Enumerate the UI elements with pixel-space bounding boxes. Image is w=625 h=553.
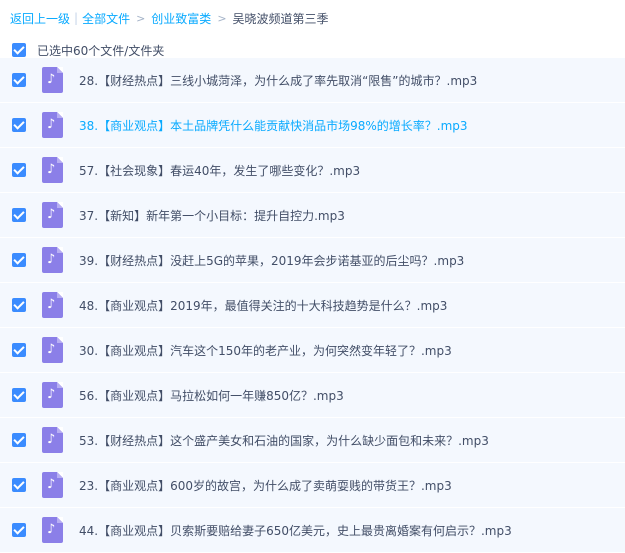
file-row[interactable]: ♪ 56.【商业观点】马拉松如何一年赚850亿？.mp3 [0, 373, 625, 417]
file-checkbox[interactable] [12, 298, 26, 312]
file-checkbox[interactable] [12, 73, 26, 87]
breadcrumb-folder[interactable]: 创业致富类 [151, 10, 211, 27]
file-checkbox[interactable] [12, 253, 26, 267]
file-row[interactable]: ♪ 30.【商业观点】汽车这个150年的老产业，为何突然变年轻了？.mp3 [0, 328, 625, 372]
file-name[interactable]: 38.【商业观点】本土品牌凭什么能贡献快消品市场98%的增长率？.mp3 [79, 117, 468, 134]
file-name[interactable]: 56.【商业观点】马拉松如何一年赚850亿？.mp3 [79, 387, 344, 404]
chevron-right-icon: > [136, 11, 146, 25]
file-checkbox[interactable] [12, 208, 26, 222]
music-file-icon: ♪ [42, 337, 63, 363]
chevron-right-icon: > [217, 11, 227, 25]
file-row[interactable]: ♪ 37.【新知】新年第一个小目标：提升自控力.mp3 [0, 193, 625, 237]
file-name[interactable]: 28.【财经热点】三线小城菏泽，为什么成了率先取消“限售”的城市？.mp3 [79, 72, 477, 89]
file-name[interactable]: 30.【商业观点】汽车这个150年的老产业，为何突然变年轻了？.mp3 [79, 342, 452, 359]
selection-count-label: 已选中60个文件/文件夹 [37, 43, 165, 58]
file-row[interactable]: ♪ 48.【商业观点】2019年，最值得关注的十大科技趋势是什么？.mp3 [0, 283, 625, 327]
music-file-icon: ♪ [42, 247, 63, 273]
file-checkbox[interactable] [12, 523, 26, 537]
file-row[interactable]: ♪ 23.【商业观点】600岁的故宫，为什么成了卖萌耍贱的带货王？.mp3 [0, 463, 625, 507]
music-file-icon: ♪ [42, 292, 63, 318]
music-file-icon: ♪ [42, 112, 63, 138]
breadcrumb: 返回上一级 | 全部文件 > 创业致富类 > 吴晓波频道第三季 [10, 8, 329, 28]
file-row[interactable]: ♪ 28.【财经热点】三线小城菏泽，为什么成了率先取消“限售”的城市？.mp3 [0, 58, 625, 102]
file-checkbox[interactable] [12, 343, 26, 357]
file-name[interactable]: 23.【商业观点】600岁的故宫，为什么成了卖萌耍贱的带货王？.mp3 [79, 477, 452, 494]
file-list: ♪ 28.【财经热点】三线小城菏泽，为什么成了率先取消“限售”的城市？.mp3 ♪ 3… [0, 58, 625, 553]
music-file-icon: ♪ [42, 157, 63, 183]
file-name[interactable]: 39.【财经热点】没赶上5G的苹果，2019年会步诺基亚的后尘吗？.mp3 [79, 252, 464, 269]
music-file-icon: ♪ [42, 472, 63, 498]
file-row[interactable]: ♪ 39.【财经热点】没赶上5G的苹果，2019年会步诺基亚的后尘吗？.mp3 [0, 238, 625, 282]
music-file-icon: ♪ [42, 517, 63, 543]
file-name[interactable]: 44.【商业观点】贝索斯要赔给妻子650亿美元，史上最贵离婚案有何启示？.mp3 [79, 522, 512, 539]
breadcrumb-all-files[interactable]: 全部文件 [82, 10, 130, 27]
file-name[interactable]: 48.【商业观点】2019年，最值得关注的十大科技趋势是什么？.mp3 [79, 297, 447, 314]
back-link[interactable]: 返回上一级 [10, 10, 70, 27]
music-file-icon: ♪ [42, 67, 63, 93]
file-checkbox[interactable] [12, 433, 26, 447]
file-row[interactable]: ♪ 44.【商业观点】贝索斯要赔给妻子650亿美元，史上最贵离婚案有何启示？.mp… [0, 508, 625, 552]
file-row[interactable]: ♪ 57.【社会现象】春运40年，发生了哪些变化？.mp3 [0, 148, 625, 192]
file-checkbox[interactable] [12, 478, 26, 492]
music-file-icon: ♪ [42, 427, 63, 453]
select-all-checkbox[interactable] [12, 43, 26, 57]
file-checkbox[interactable] [12, 118, 26, 132]
music-file-icon: ♪ [42, 382, 63, 408]
file-row[interactable]: ♪ 53.【财经热点】这个盛产美女和石油的国家，为什么缺少面包和未来？.mp3 [0, 418, 625, 462]
file-name[interactable]: 37.【新知】新年第一个小目标：提升自控力.mp3 [79, 207, 345, 224]
file-checkbox[interactable] [12, 388, 26, 402]
breadcrumb-current: 吴晓波频道第三季 [232, 11, 329, 26]
file-name[interactable]: 53.【财经热点】这个盛产美女和石油的国家，为什么缺少面包和未来？.mp3 [79, 432, 489, 449]
file-name[interactable]: 57.【社会现象】春运40年，发生了哪些变化？.mp3 [79, 162, 360, 179]
file-checkbox[interactable] [12, 163, 26, 177]
file-row[interactable]: ♪ 38.【商业观点】本土品牌凭什么能贡献快消品市场98%的增长率？.mp3 [0, 103, 625, 147]
breadcrumb-divider: | [74, 11, 79, 25]
selection-bar: 已选中60个文件/文件夹 [12, 40, 164, 60]
music-file-icon: ♪ [42, 202, 63, 228]
